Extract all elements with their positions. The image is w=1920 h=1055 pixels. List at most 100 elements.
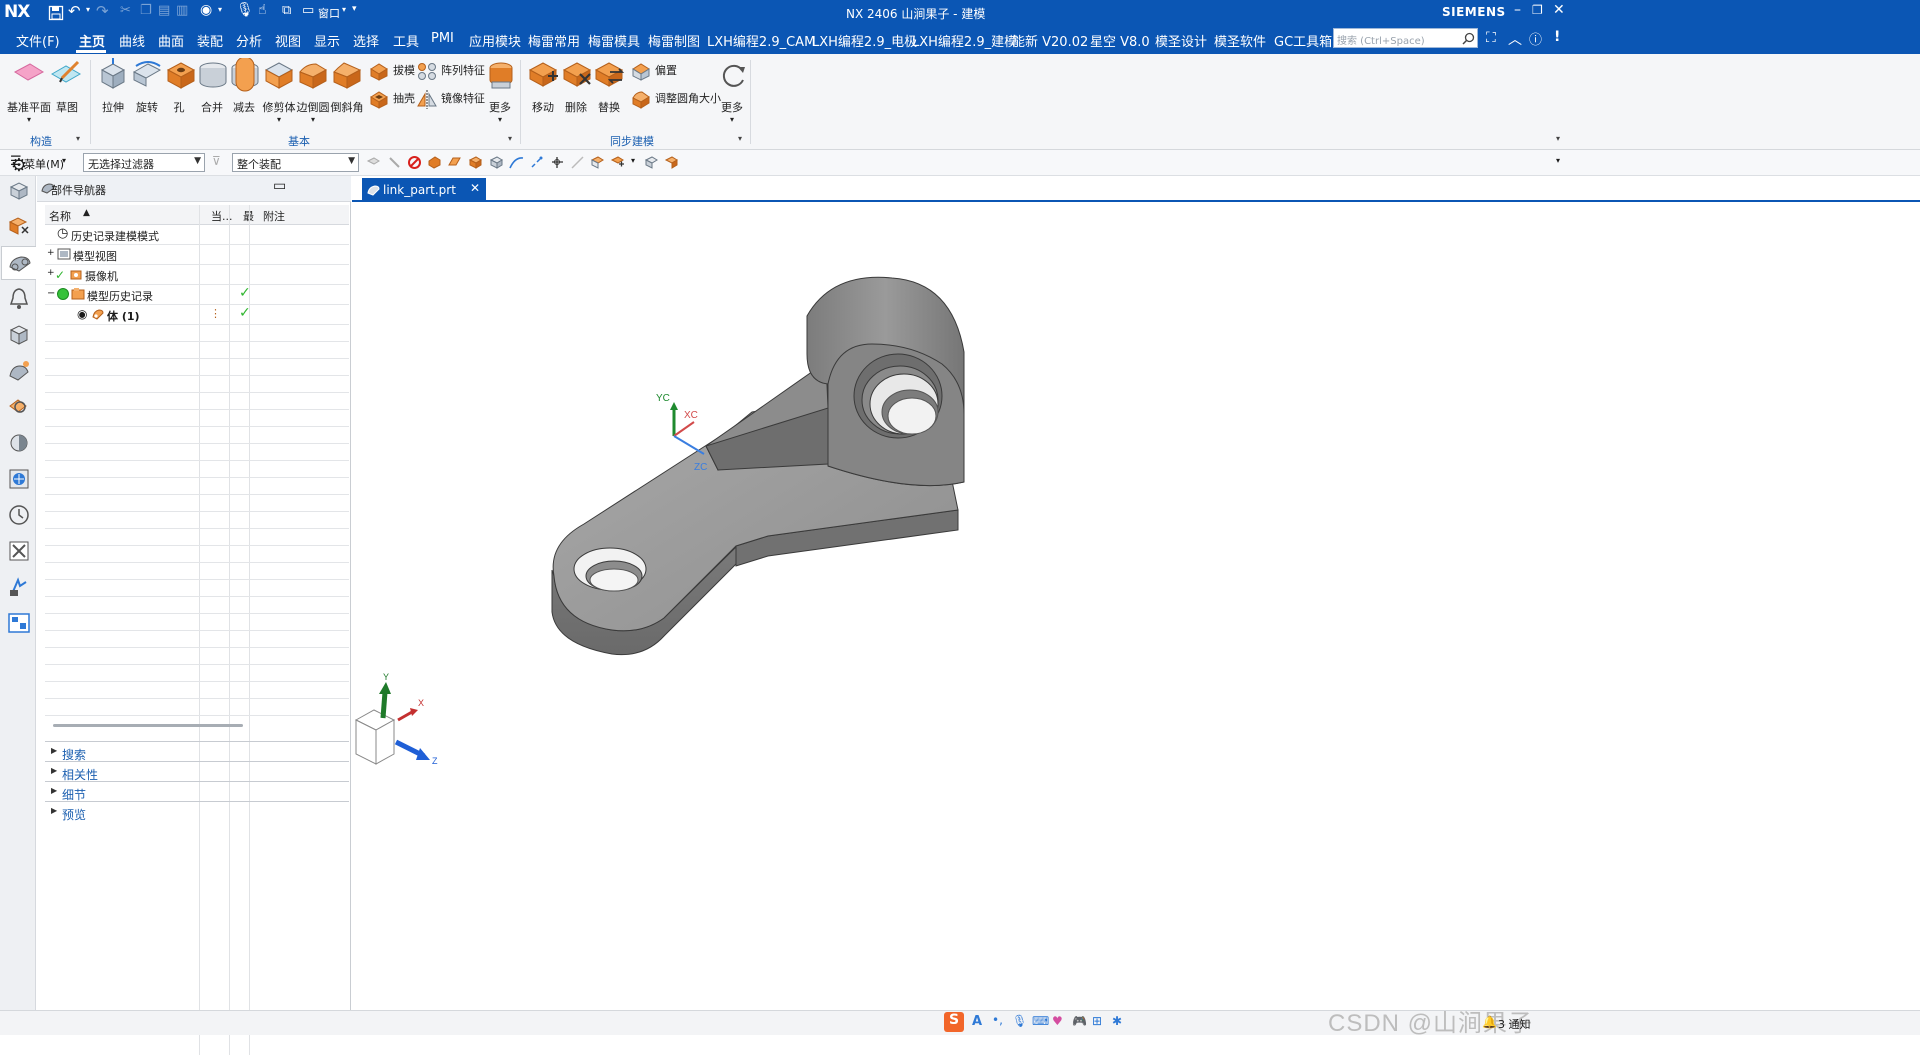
voice-icon[interactable]: 🎙 [1012, 1014, 1027, 1028]
select-all-icon[interactable] [366, 155, 381, 170]
history-icon[interactable] [6, 502, 32, 528]
dropdown-icon[interactable]: ▾ [716, 115, 748, 124]
menu-tab-15[interactable]: LXH编程2.9_CAM [707, 31, 815, 50]
menu-tab-18[interactable]: 能新 V20.02 [1012, 31, 1088, 50]
ime-mode-icon[interactable]: A [972, 1014, 982, 1029]
pattern-feature-button[interactable]: 阵列特征 [416, 60, 485, 82]
close-tab-icon[interactable]: ✕ [470, 181, 480, 195]
bell-icon[interactable]: 🔔 [1482, 1015, 1497, 1029]
hole-button[interactable]: 孔 [164, 58, 196, 115]
ribbon-options-icon[interactable]: ▾ [1556, 134, 1560, 143]
sketch-button[interactable]: 草图 [50, 58, 84, 115]
menu-tab-14[interactable]: 梅雷制图 [648, 31, 700, 50]
ime-toolbar[interactable]: S A •, 🎙 ⌨ ♥ 🎮 ⊞ ✱ [942, 1012, 1132, 1034]
menu-tab-16[interactable]: LXH编程2.9_电极 [812, 31, 917, 50]
link-part-model[interactable] [551, 276, 965, 656]
offset-face-button[interactable]: 偏置 [630, 60, 677, 82]
shell-button[interactable]: 抽壳 [368, 88, 415, 110]
window-menu[interactable]: 窗口 [318, 5, 340, 21]
tree-row-history-mode[interactable]: ◷ 历史记录建模模式 [45, 225, 349, 245]
tab-link-part[interactable]: link_part.prt ✕ [362, 178, 486, 202]
group-expand-icon[interactable]: ▾ [76, 134, 80, 143]
dropdown-icon[interactable]: ▾ [342, 5, 346, 14]
view-triad[interactable]: Y X Z [354, 672, 438, 766]
face-select-icon[interactable] [447, 155, 462, 170]
revolve-button[interactable]: 旋转 [130, 58, 164, 115]
save-icon[interactable] [48, 5, 64, 21]
column-name-header[interactable]: 名称 [49, 208, 71, 224]
resize-blend-button[interactable]: 调整圆角大小 [630, 88, 721, 110]
unite-button[interactable]: 合并 [196, 58, 228, 115]
tree-row-body[interactable]: ◉ 体 (1) ⋮ ✓ [45, 305, 349, 325]
component-select-icon[interactable] [590, 155, 605, 170]
history-palette-icon[interactable] [6, 394, 32, 420]
game-icon[interactable]: 🎮 [1072, 1014, 1087, 1028]
ime-settings-icon[interactable]: ✱ [1112, 1014, 1122, 1028]
group-expand-icon[interactable]: ▾ [508, 134, 512, 143]
deselect-icon[interactable] [387, 155, 402, 170]
menu-tab-13[interactable]: 梅雷模具 [588, 31, 640, 50]
menu-tab-1[interactable]: 主页 [79, 31, 105, 50]
replace-face-button[interactable]: 替换 [592, 58, 626, 115]
menu-tab-9[interactable]: 工具 [393, 31, 419, 50]
maximize-panel-icon[interactable]: ▭ [273, 178, 286, 194]
datum-plane-button[interactable]: 基准平面 ▾ [6, 58, 52, 124]
menu-tab-7[interactable]: 显示 [314, 31, 340, 50]
dropdown-icon[interactable]: ▾ [86, 5, 90, 14]
draft-button[interactable]: 拔模 [368, 60, 415, 82]
customize-icon[interactable]: ▾ [352, 4, 357, 14]
menu-tab-12[interactable]: 梅雷常用 [528, 31, 580, 50]
dropdown-icon[interactable]: ▾ [631, 156, 635, 165]
column-comment-header[interactable]: 附注 [263, 208, 285, 224]
horizontal-scrollbar[interactable] [53, 724, 243, 727]
extrude-button[interactable]: 拉伸 [96, 58, 130, 115]
process-studio-icon[interactable] [6, 466, 32, 492]
menu-tab-10[interactable]: PMI [431, 31, 454, 46]
point-select-icon[interactable] [529, 155, 544, 170]
feature-select-icon[interactable] [427, 155, 442, 170]
tree-row-model-views[interactable]: + 模型视图 [45, 245, 349, 265]
menu-tab-5[interactable]: 分析 [236, 31, 262, 50]
no-selection-icon[interactable] [407, 155, 422, 170]
skin-icon[interactable]: ♥ [1052, 1014, 1063, 1028]
part-navigator-tab[interactable] [1, 246, 36, 280]
constraint-navigator-icon[interactable] [6, 213, 32, 239]
layout-icon[interactable] [6, 610, 32, 636]
body-select-icon[interactable] [468, 155, 483, 170]
more-sync-button[interactable]: 更多 ▾ [716, 58, 748, 124]
solid-select-icon[interactable] [489, 155, 504, 170]
display-icon[interactable]: ◉ [200, 2, 212, 18]
switch-window-icon[interactable]: ⧉ [282, 3, 291, 18]
menu-tab-21[interactable]: 模圣软件 [1214, 31, 1266, 50]
command-search-input[interactable]: 搜索 (Ctrl+Space) [1333, 28, 1478, 48]
menu-file[interactable]: 文件(F) [16, 31, 60, 50]
menu-tab-20[interactable]: 模圣设计 [1155, 31, 1207, 50]
expand-icon[interactable]: + [47, 248, 55, 258]
more-basic-button[interactable]: 更多 ▾ [484, 58, 516, 124]
expand-icon[interactable]: + [47, 268, 55, 278]
dropdown-icon[interactable]: ▾ [262, 115, 296, 124]
roles-icon[interactable] [6, 574, 32, 600]
menu-tab-4[interactable]: 装配 [197, 31, 223, 50]
minimize-button[interactable]: – [1514, 2, 1521, 18]
model-canvas[interactable]: YC XC ZC Y X Z [352, 204, 1920, 1010]
touch-mode-icon[interactable]: ☝ [258, 2, 267, 18]
tree-row-cameras[interactable]: + ✓ 摄像机 [45, 265, 349, 285]
menu-tab-19[interactable]: 星空 V8.0 [1090, 31, 1150, 50]
graphics-window[interactable]: YC XC ZC Y X Z [352, 204, 1920, 1010]
selection-bar-options-icon[interactable]: ▾ [1556, 156, 1560, 165]
dropdown-icon[interactable]: ▾ [6, 115, 52, 124]
keyboard-icon[interactable]: ⌨ [1032, 1014, 1049, 1028]
dropdown-icon[interactable]: ▾ [296, 115, 330, 124]
visibility-eye-icon[interactable]: ◉ [77, 307, 87, 321]
snap-point-icon[interactable] [550, 155, 565, 170]
hd3d-tools-icon[interactable] [6, 322, 32, 348]
web-browser-icon[interactable] [6, 358, 32, 384]
fullscreen-icon[interactable]: ⛶ [1486, 30, 1496, 46]
nx-logo[interactable]: NX [4, 2, 30, 22]
microphone-icon[interactable]: 🎙 [236, 2, 254, 18]
chamfer-button[interactable]: 倒斜角 [330, 58, 364, 115]
ime-logo-icon[interactable]: S [944, 1012, 964, 1032]
assembly-navigator-icon[interactable] [6, 178, 32, 204]
wireframe-icon[interactable] [664, 155, 679, 170]
